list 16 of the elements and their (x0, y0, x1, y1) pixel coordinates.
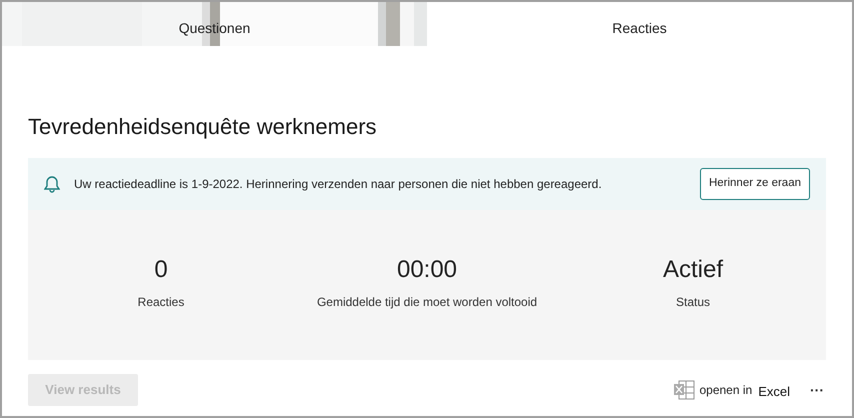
more-button[interactable]: ··· (810, 380, 824, 400)
deadline-message: Uw reactiedeadline is 1-9-2022. Herinnering verzenden naar personen die niet hebben gereageerd. (74, 176, 602, 193)
stat-value: 00:00 (396, 255, 458, 285)
open-in-label: openen in (699, 382, 752, 399)
excel-link[interactable]: Excel (758, 382, 790, 402)
stat-label: Gemiddelde tijd die moet worden voltooid (316, 294, 538, 311)
page-title: Tevredenheidsenquête werknemers (28, 113, 378, 141)
tab[interactable]: Reacties (612, 18, 667, 38)
stat-label: Status (676, 294, 710, 311)
stat-value: Actief (662, 255, 724, 285)
tab[interactable]: Questionen (178, 18, 250, 38)
bell-icon (44, 175, 60, 193)
stat-label: Reacties (138, 294, 184, 311)
spreadsheet-icon[interactable] (673, 380, 696, 400)
stat-value: 0 (154, 255, 168, 285)
remind-button[interactable]: Herinner ze eraan (700, 168, 810, 200)
